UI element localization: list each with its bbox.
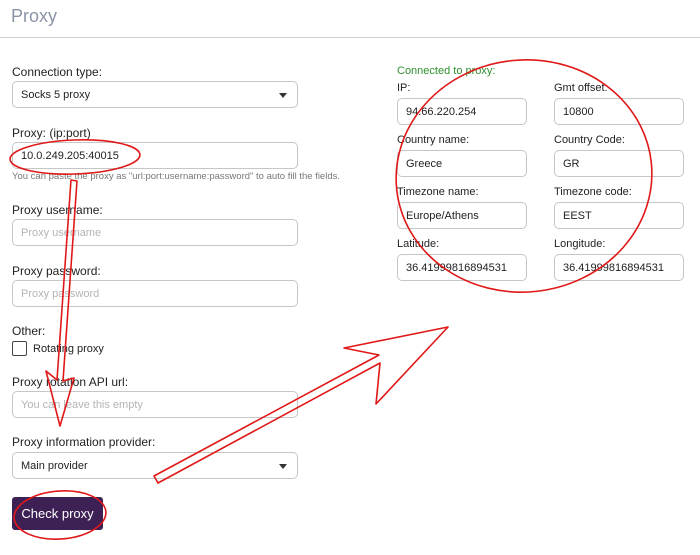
latitude-label: Latitude: (397, 238, 440, 250)
country-code-field[interactable] (554, 150, 684, 177)
check-proxy-button[interactable]: Check proxy (12, 497, 103, 530)
rotation-url-input[interactable] (12, 391, 298, 418)
ip-label: IP: (397, 82, 411, 94)
chevron-down-icon (279, 464, 287, 469)
proxy-username-input[interactable] (12, 219, 298, 246)
connection-type-select[interactable]: Socks 5 proxy (12, 81, 298, 108)
country-name-field[interactable] (397, 150, 527, 177)
page-header: Proxy (0, 0, 700, 38)
other-label: Other: (12, 324, 46, 338)
timezone-name-label: Timezone name: (397, 186, 479, 198)
proxy-hint: You can paste the proxy as "url:port:use… (12, 171, 340, 182)
country-name-label: Country name: (397, 134, 470, 146)
longitude-label: Longitude: (554, 238, 606, 250)
timezone-name-field[interactable] (397, 202, 527, 229)
proxy-label: Proxy: (ip:port) (12, 126, 91, 140)
longitude-field[interactable] (554, 254, 684, 281)
rotation-url-label: Proxy rotation API url: (12, 375, 129, 389)
connection-status: Connected to proxy: (397, 65, 496, 77)
gmt-offset-label: Gmt offset: (554, 82, 608, 94)
gmt-offset-field[interactable] (554, 98, 684, 125)
rotating-proxy-checkbox[interactable] (12, 341, 27, 356)
info-provider-select[interactable]: Main provider (12, 452, 298, 479)
timezone-code-field[interactable] (554, 202, 684, 229)
latitude-field[interactable] (397, 254, 527, 281)
connection-type-label: Connection type: (12, 65, 103, 79)
proxy-password-input[interactable] (12, 280, 298, 307)
timezone-code-label: Timezone code: (554, 186, 632, 198)
proxy-input[interactable] (12, 142, 298, 169)
rotating-proxy-label: Rotating proxy (33, 343, 104, 355)
proxy-password-label: Proxy password: (12, 264, 101, 278)
connection-type-value: Socks 5 proxy (21, 88, 91, 101)
chevron-down-icon (279, 93, 287, 98)
info-provider-value: Main provider (21, 459, 88, 472)
country-code-label: Country Code: (554, 134, 625, 146)
page-title: Proxy (11, 6, 58, 26)
proxy-username-label: Proxy username: (12, 203, 103, 217)
info-provider-label: Proxy information provider: (12, 435, 156, 449)
ip-field[interactable] (397, 98, 527, 125)
